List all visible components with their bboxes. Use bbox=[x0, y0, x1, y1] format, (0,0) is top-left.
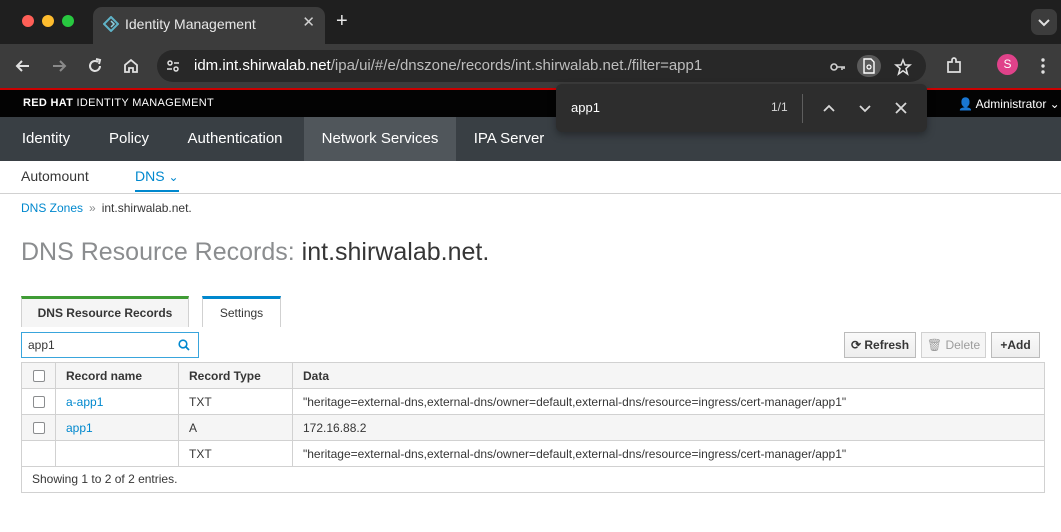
find-in-page-pill[interactable] bbox=[857, 55, 881, 77]
chevron-down-icon: ⌄ bbox=[168, 170, 179, 184]
forward-arrow-icon[interactable] bbox=[49, 56, 69, 76]
home-icon[interactable] bbox=[121, 56, 141, 76]
record-type-cell: TXT bbox=[178, 440, 293, 467]
profile-avatar[interactable]: S bbox=[997, 54, 1018, 75]
tab-title: Identity Management bbox=[125, 16, 256, 32]
find-next-icon[interactable] bbox=[857, 100, 873, 116]
records-table: Record name Record Type Data a-app1 TXT … bbox=[21, 362, 1045, 467]
find-match-count: 1/1 bbox=[771, 100, 788, 114]
column-header-record-name[interactable]: Record name bbox=[55, 362, 179, 389]
column-header-data[interactable]: Data bbox=[292, 362, 1045, 389]
browser-tab[interactable]: Identity Management ✕ bbox=[93, 7, 325, 44]
url-text: idm.int.shirwalab.net/ipa/ui/#/e/dnszone… bbox=[194, 57, 702, 74]
find-input[interactable]: app1 bbox=[571, 100, 600, 115]
user-name: Administrator bbox=[975, 97, 1047, 111]
breadcrumb: DNS Zones » int.shirwalab.net. bbox=[21, 201, 192, 215]
add-button[interactable]: +Add bbox=[991, 332, 1040, 358]
record-name-cell bbox=[55, 440, 179, 467]
breadcrumb-current: int.shirwalab.net. bbox=[101, 201, 192, 215]
row-checkbox[interactable] bbox=[33, 396, 45, 409]
record-name-link[interactable]: app1 bbox=[66, 421, 93, 435]
delete-label: Delete bbox=[945, 338, 981, 352]
table-footer: Showing 1 to 2 of 2 entries. bbox=[21, 466, 1045, 493]
record-data-cell: "heritage=external-dns,external-dns/owne… bbox=[292, 440, 1045, 467]
url-path: /ipa/ui/#/e/dnszone/records/int.shirwala… bbox=[330, 57, 703, 74]
nav-ipa-server[interactable]: IPA Server bbox=[456, 117, 562, 161]
tab-search-button[interactable] bbox=[1031, 9, 1057, 35]
add-label: Add bbox=[1007, 338, 1031, 352]
record-name-cell: a-app1 bbox=[55, 388, 179, 415]
select-all-cell bbox=[21, 362, 56, 389]
column-header-record-type[interactable]: Record Type bbox=[178, 362, 293, 389]
close-window-button[interactable] bbox=[22, 15, 34, 27]
browser-tab-bar: Identity Management ✕ + bbox=[0, 0, 1061, 44]
row-checkbox[interactable] bbox=[33, 422, 45, 435]
subnav-dns-label: DNS bbox=[135, 168, 165, 184]
page-title-zone: int.shirwalab.net. bbox=[301, 238, 490, 266]
minimize-window-button[interactable] bbox=[42, 15, 54, 27]
row-checkbox-cell bbox=[21, 388, 56, 415]
breadcrumb-separator: » bbox=[89, 201, 96, 215]
reload-icon[interactable] bbox=[85, 56, 105, 76]
subnav-automount[interactable]: Automount bbox=[21, 168, 89, 184]
find-divider bbox=[802, 94, 803, 123]
search-box bbox=[21, 332, 199, 358]
maximize-window-button[interactable] bbox=[62, 15, 74, 27]
new-tab-button[interactable]: + bbox=[336, 10, 348, 32]
chevron-down-icon: ⌄ bbox=[1049, 97, 1060, 111]
user-menu[interactable]: 👤 Administrator ⌄ bbox=[958, 97, 1060, 111]
row-checkbox-cell bbox=[21, 414, 56, 441]
find-bar: app1 1/1 bbox=[556, 84, 927, 132]
table-row: a-app1 TXT "heritage=external-dns,extern… bbox=[21, 388, 1045, 415]
breadcrumb-dns-zones[interactable]: DNS Zones bbox=[21, 201, 83, 215]
tab-settings[interactable]: Settings bbox=[202, 296, 281, 327]
url-host: idm.int.shirwalab.net bbox=[194, 57, 331, 74]
bookmark-star-icon[interactable] bbox=[894, 58, 912, 76]
page-title: DNS Resource Records: int.shirwalab.net. bbox=[21, 238, 489, 267]
record-name-cell: app1 bbox=[55, 414, 179, 441]
brand-bold: RED HAT bbox=[23, 97, 74, 109]
table-header-row: Record name Record Type Data bbox=[21, 362, 1045, 389]
select-all-checkbox[interactable] bbox=[33, 370, 45, 383]
refresh-button[interactable]: ⟳ Refresh bbox=[844, 332, 916, 358]
nav-identity[interactable]: Identity bbox=[0, 117, 92, 161]
nav-authentication[interactable]: Authentication bbox=[166, 117, 304, 161]
user-icon: 👤 bbox=[958, 97, 973, 111]
find-page-icon bbox=[863, 58, 875, 74]
sub-navigation: Automount DNS ⌄ bbox=[0, 161, 1061, 194]
chevron-down-icon bbox=[1038, 19, 1050, 27]
page-title-prefix: DNS Resource Records: bbox=[21, 238, 295, 266]
record-type-cell: A bbox=[178, 414, 293, 441]
find-close-icon[interactable] bbox=[893, 100, 909, 116]
delete-button[interactable]: 🗑 Delete bbox=[921, 332, 986, 358]
search-icon[interactable] bbox=[178, 339, 190, 351]
key-icon[interactable] bbox=[829, 58, 847, 76]
refresh-label: Refresh bbox=[864, 338, 910, 352]
brand-name: IDENTITY MANAGEMENT bbox=[73, 97, 215, 109]
refresh-icon: ⟳ bbox=[850, 338, 862, 352]
record-type-cell: TXT bbox=[178, 388, 293, 415]
subnav-dns[interactable]: DNS ⌄ bbox=[135, 168, 179, 192]
tab-close-icon[interactable]: ✕ bbox=[302, 14, 315, 32]
browser-toolbar: idm.int.shirwalab.net/ipa/ui/#/e/dnszone… bbox=[0, 44, 1061, 88]
record-name-link[interactable]: a-app1 bbox=[66, 395, 103, 409]
extensions-puzzle-icon[interactable] bbox=[944, 56, 964, 76]
record-data-cell: 172.16.88.2 bbox=[292, 414, 1045, 441]
table-row: TXT "heritage=external-dns,external-dns/… bbox=[21, 440, 1045, 467]
search-input[interactable] bbox=[28, 337, 172, 353]
idm-favicon-icon bbox=[103, 16, 119, 32]
nav-policy[interactable]: Policy bbox=[92, 117, 166, 161]
product-logo: RED HAT IDENTITY MANAGEMENT bbox=[23, 97, 214, 109]
address-bar[interactable]: idm.int.shirwalab.net/ipa/ui/#/e/dnszone… bbox=[157, 50, 926, 82]
row-checkbox-cell bbox=[21, 440, 56, 467]
table-row: app1 A 172.16.88.2 bbox=[21, 414, 1045, 441]
find-previous-icon[interactable] bbox=[821, 100, 837, 116]
browser-menu-icon[interactable] bbox=[1033, 56, 1053, 76]
site-info-icon[interactable] bbox=[165, 58, 181, 74]
back-arrow-icon[interactable] bbox=[13, 56, 33, 76]
record-data-cell: "heritage=external-dns,external-dns/owne… bbox=[292, 388, 1045, 415]
nav-network-services[interactable]: Network Services bbox=[304, 117, 456, 161]
tab-dns-resource-records[interactable]: DNS Resource Records bbox=[21, 296, 189, 327]
trash-icon: 🗑 bbox=[926, 338, 943, 352]
